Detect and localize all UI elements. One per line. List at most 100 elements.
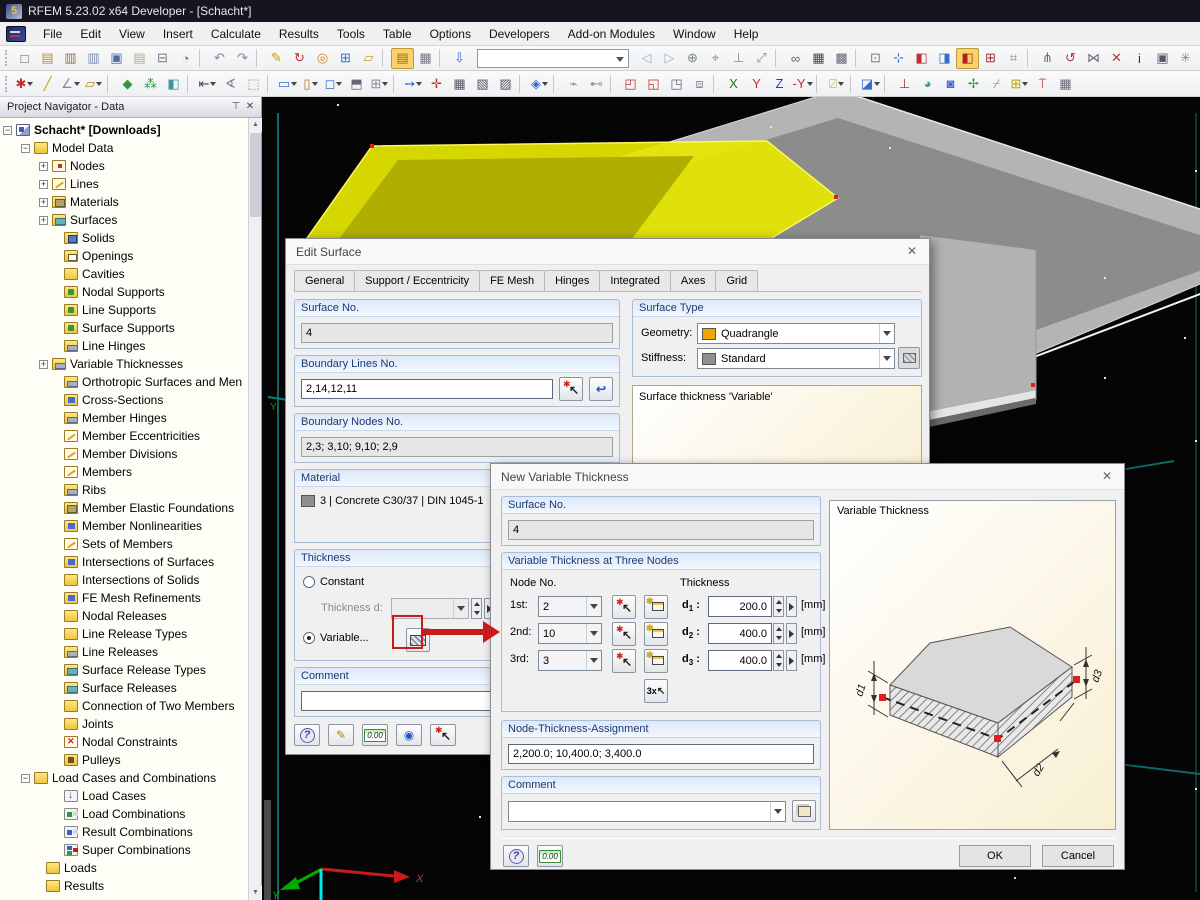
save-icon[interactable]: ▣ bbox=[105, 48, 128, 69]
tree-item-ribs[interactable]: Ribs bbox=[0, 481, 248, 499]
tree-item-model-data[interactable]: − Model Data bbox=[0, 139, 248, 157]
dimension-xx-icon[interactable]: ⌖ bbox=[704, 48, 727, 69]
sep[interactable] bbox=[187, 75, 194, 93]
tree-item-cross-sections[interactable]: Cross-Sections bbox=[0, 391, 248, 409]
tree-item-lines[interactable]: + Lines bbox=[0, 175, 248, 193]
tree-item-nodes[interactable]: + Nodes bbox=[0, 157, 248, 175]
clipping-icon[interactable]: ⌿ bbox=[985, 73, 1008, 94]
view-y-icon[interactable]: Y bbox=[745, 73, 768, 94]
nav-back-icon[interactable]: ◁ bbox=[635, 48, 658, 69]
thickness-constant-radio[interactable]: Constant bbox=[303, 576, 364, 588]
tree-item-orthotropic-surfaces[interactable]: Orthotropic Surfaces and Men bbox=[0, 373, 248, 391]
mirror-icon[interactable]: ⋈ bbox=[1082, 48, 1105, 69]
tree-item-load-cases-and-combinations[interactable]: − Load Cases and Combinations bbox=[0, 769, 248, 787]
tree-item-surface-releases[interactable]: Surface Releases bbox=[0, 679, 248, 697]
sep[interactable] bbox=[439, 49, 446, 67]
tree-expander[interactable] bbox=[51, 846, 60, 855]
thickness-param-button[interactable] bbox=[786, 596, 797, 617]
tree-expander[interactable]: + bbox=[39, 162, 48, 171]
line-dimension-icon[interactable]: ∠ bbox=[59, 73, 82, 94]
info-icon[interactable]: i bbox=[1128, 48, 1151, 69]
tree-expander[interactable] bbox=[51, 432, 60, 441]
tree-item-nodal-constraints[interactable]: Nodal Constraints bbox=[0, 733, 248, 751]
tree-expander[interactable] bbox=[51, 270, 60, 279]
tab-grid[interactable]: Grid bbox=[715, 270, 758, 291]
menu-edit[interactable]: Edit bbox=[71, 24, 110, 44]
tree-item-sets-of-members[interactable]: Sets of Members bbox=[0, 535, 248, 553]
panel-colors-icon[interactable]: ◕ bbox=[916, 73, 939, 94]
new-node-button[interactable]: ✱ bbox=[644, 622, 668, 646]
view-minus-y-icon[interactable]: -Y bbox=[791, 73, 814, 94]
tree-expander[interactable] bbox=[51, 414, 60, 423]
level-icon[interactable]: ⊥ bbox=[727, 48, 750, 69]
workplane-xz-icon[interactable]: ◧ bbox=[956, 48, 979, 69]
solid-display-icon[interactable]: ◙ bbox=[939, 73, 962, 94]
node-no-combo[interactable]: 10 bbox=[538, 623, 602, 644]
tree-item-joints[interactable]: Joints bbox=[0, 715, 248, 733]
close-icon[interactable]: ✕ bbox=[903, 243, 921, 261]
menu-options[interactable]: Options bbox=[421, 24, 480, 44]
close-icon[interactable]: ✕ bbox=[243, 100, 257, 114]
print-preview-icon[interactable]: ◔ bbox=[174, 48, 197, 69]
tree-expander[interactable] bbox=[51, 558, 60, 567]
comment-templates-button[interactable] bbox=[792, 800, 816, 822]
menu-developers[interactable]: Developers bbox=[480, 24, 559, 44]
scroll-down-arrow[interactable]: ▼ bbox=[249, 886, 262, 900]
tree-expander[interactable] bbox=[51, 324, 60, 333]
fe-mesh-nodes-icon[interactable]: ▩ bbox=[830, 48, 853, 69]
select-three-nodes-button[interactable]: 3x↖ bbox=[644, 679, 668, 703]
sep[interactable] bbox=[610, 75, 617, 93]
new-polyline-icon[interactable]: ▱ bbox=[82, 73, 105, 94]
tab-general[interactable]: General bbox=[294, 270, 355, 291]
tree-item-member-divisions[interactable]: Member Divisions bbox=[0, 445, 248, 463]
thickness-spinner[interactable] bbox=[773, 623, 784, 644]
tree-expander[interactable]: + bbox=[39, 180, 48, 189]
tree-expander[interactable] bbox=[51, 378, 60, 387]
visibility-icon[interactable]: ◪ bbox=[859, 73, 882, 94]
new-node-button[interactable]: ✱ bbox=[644, 595, 668, 619]
sep[interactable] bbox=[713, 75, 720, 93]
stiffness-combo[interactable]: Standard bbox=[697, 348, 895, 369]
tree-expander[interactable] bbox=[51, 288, 60, 297]
tree-expander[interactable] bbox=[51, 234, 60, 243]
compass-icon[interactable]: ◎ bbox=[311, 48, 334, 69]
ok-button[interactable]: OK bbox=[959, 845, 1031, 867]
tree-item-surfaces[interactable]: + Surfaces bbox=[0, 211, 248, 229]
edit-pencil-icon[interactable]: ✎ bbox=[265, 48, 288, 69]
tree-expander[interactable] bbox=[51, 468, 60, 477]
tree-item-member-eccentricities[interactable]: Member Eccentricities bbox=[0, 427, 248, 445]
zoom-window-icon[interactable]: ◰ bbox=[619, 73, 642, 94]
intersect-icon[interactable]: ✕ bbox=[1105, 48, 1128, 69]
copy-solid-icon[interactable]: ⊞ bbox=[368, 73, 391, 94]
menu-window[interactable]: Window bbox=[664, 24, 725, 44]
fe-mesh-icon[interactable]: ▦ bbox=[807, 48, 830, 69]
tree-expander[interactable] bbox=[51, 252, 60, 261]
tables-icon[interactable]: ▦ bbox=[1054, 73, 1077, 94]
tree-item-intersections-of-surfaces[interactable]: Intersections of Surfaces bbox=[0, 553, 248, 571]
guide-object-icon[interactable]: ⌁ bbox=[562, 73, 585, 94]
tree-expander[interactable] bbox=[51, 576, 60, 585]
sep[interactable] bbox=[884, 75, 891, 93]
tree-expander[interactable] bbox=[51, 342, 60, 351]
tree-expander[interactable] bbox=[51, 450, 60, 459]
tab-fe-mesh[interactable]: FE Mesh bbox=[479, 270, 545, 291]
project-archive-blue-icon[interactable]: ▥ bbox=[82, 48, 105, 69]
tree-expander[interactable] bbox=[51, 594, 60, 603]
tree-item-surface-supports[interactable]: Surface Supports bbox=[0, 319, 248, 337]
tree-expander[interactable]: + bbox=[39, 360, 48, 369]
tab-integrated[interactable]: Integrated bbox=[599, 270, 671, 291]
geometry-combo[interactable]: Quadrangle bbox=[697, 323, 895, 344]
tree-item-load-cases[interactable]: Load Cases bbox=[0, 787, 248, 805]
select-node-button[interactable]: ✱↖ bbox=[612, 649, 636, 673]
snap-grid-icon[interactable]: ⊹ bbox=[887, 48, 910, 69]
tree-item-fe-mesh-refinements[interactable]: FE Mesh Refinements bbox=[0, 589, 248, 607]
chain-icon[interactable]: ∞ bbox=[784, 48, 807, 69]
new-model-icon[interactable]: □ bbox=[13, 48, 36, 69]
thickness-param-button[interactable] bbox=[786, 623, 797, 644]
tree-item-cavities[interactable]: Cavities bbox=[0, 265, 248, 283]
scroll-up-arrow[interactable]: ▲ bbox=[249, 118, 262, 132]
select-node-button[interactable]: ✱↖ bbox=[612, 595, 636, 619]
tree-item-pulleys[interactable]: Pulleys bbox=[0, 751, 248, 769]
sep[interactable] bbox=[382, 49, 389, 67]
help-button[interactable]: ? bbox=[503, 845, 529, 867]
